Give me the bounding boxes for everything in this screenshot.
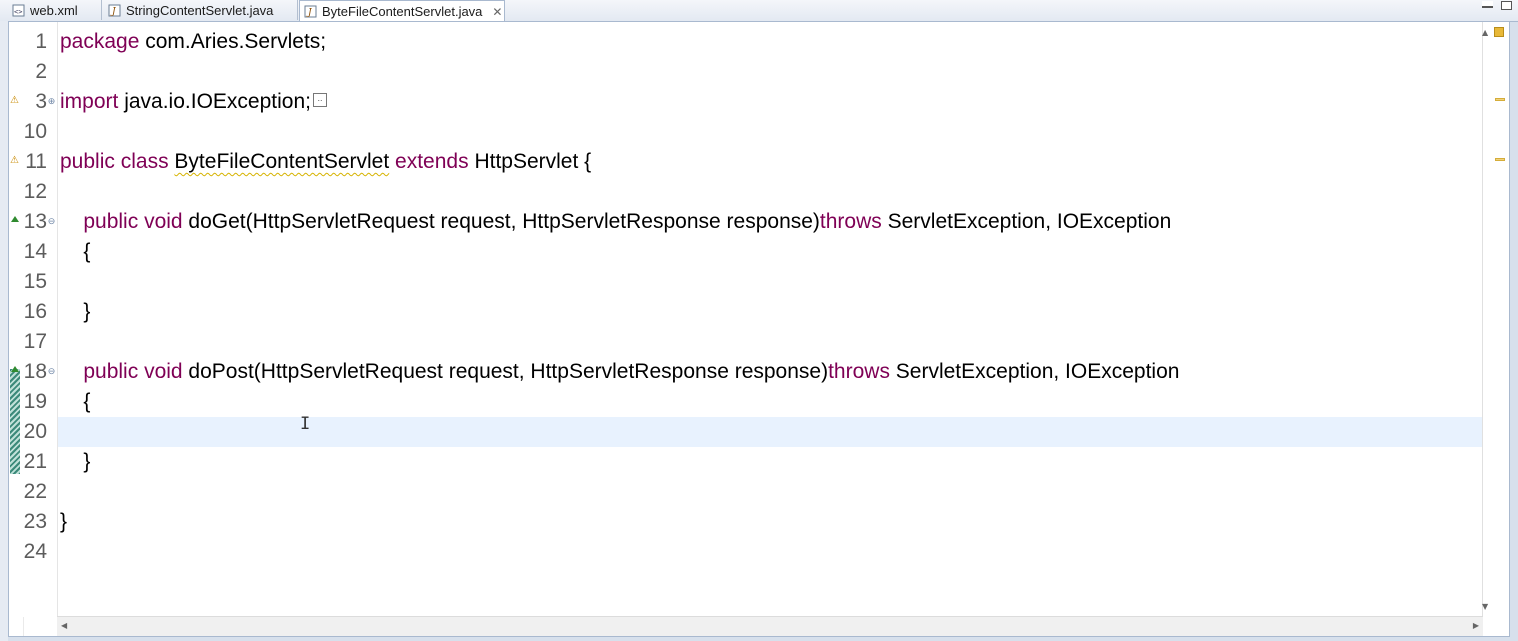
java-file-icon: J: [108, 4, 122, 17]
line-number: 12: [23, 180, 47, 203]
warning-icon[interactable]: ⚠: [10, 155, 21, 166]
text-cursor-icon: I: [300, 414, 311, 434]
code-line[interactable]: 13 ⊖ public void doGet(HttpServletRequest…: [9, 207, 1483, 237]
vertical-scrollbar[interactable]: ▲ ▼: [1482, 22, 1492, 617]
code-text: }: [60, 300, 91, 323]
fold-collapse-icon[interactable]: ⊖: [47, 367, 56, 376]
tab-label: web.xml: [30, 2, 78, 18]
code-line[interactable]: 2: [9, 57, 1483, 87]
code-text: }: [60, 510, 68, 533]
line-number: 3: [35, 90, 47, 113]
xml-file-icon: <>: [12, 4, 26, 17]
code-text: public void doGet(HttpServletRequest req…: [83, 210, 1172, 233]
line-number: 10: [23, 120, 47, 143]
code-text: package com.Aries.Servlets;: [60, 30, 327, 53]
fold-expand-icon[interactable]: ⊕: [47, 97, 56, 106]
code-text: public class ByteFileContentServlet exte…: [60, 150, 592, 173]
window-controls: [1482, 1, 1512, 10]
code-line[interactable]: 24: [9, 537, 1483, 567]
code-text: {: [60, 240, 91, 263]
override-triangle-icon[interactable]: [11, 366, 19, 372]
line-number: 19: [23, 390, 47, 413]
line-number: 13: [23, 210, 47, 233]
line-number: 16: [23, 300, 47, 323]
line-number: 23: [23, 510, 47, 533]
code-line[interactable]: 16 }: [9, 297, 1483, 327]
fold-collapse-icon[interactable]: ⊖: [47, 217, 56, 226]
line-number: 15: [23, 270, 47, 293]
code-line[interactable]: 15: [9, 267, 1483, 297]
line-number: 14: [23, 240, 47, 263]
code-line[interactable]: 1 package com.Aries.Servlets;: [9, 27, 1483, 57]
current-line-highlight: [58, 417, 1483, 447]
code-line[interactable]: ⚠ 11 public class ByteFileContentServlet e…: [9, 147, 1483, 177]
tab-string-content-servlet[interactable]: J StringContentServlet.java: [104, 0, 298, 20]
line-number: 18: [23, 360, 47, 383]
code-line[interactable]: 23}: [9, 507, 1483, 537]
code-text: }: [60, 450, 91, 473]
code-line[interactable]: 20: [9, 417, 1483, 447]
minimize-icon[interactable]: [1482, 1, 1493, 8]
scroll-down-icon[interactable]: ▼: [1482, 602, 1488, 611]
code-line[interactable]: ⚠ 3 ⊕ import java.io.IOException;..: [9, 87, 1483, 117]
line-number: 11: [25, 150, 47, 173]
code-text: import java.io.IOException;..: [60, 87, 327, 117]
override-triangle-icon[interactable]: [11, 216, 19, 222]
scroll-right-icon[interactable]: ▶: [1473, 621, 1479, 630]
scroll-up-icon[interactable]: ▲: [1482, 28, 1488, 37]
code-line[interactable]: 21 }: [9, 447, 1483, 477]
code-line[interactable]: 12: [9, 177, 1483, 207]
line-number: 21: [23, 450, 47, 473]
warning-summary-icon[interactable]: [1494, 27, 1504, 37]
code-line[interactable]: 14 {: [9, 237, 1483, 267]
code-text-area[interactable]: 1 package com.Aries.Servlets; 2 ⚠ 3 ⊕ import j…: [9, 22, 1483, 617]
horizontal-scrollbar[interactable]: ◀ ▶: [57, 616, 1483, 636]
line-number: 17: [23, 330, 47, 353]
scroll-left-icon[interactable]: ◀: [61, 621, 67, 630]
code-text: public void doPost(HttpServletRequest re…: [83, 360, 1180, 383]
tab-web-xml[interactable]: <> web.xml: [8, 0, 102, 20]
tab-label: ByteFileContentServlet.java: [322, 4, 483, 19]
code-line[interactable]: 18 ⊖ public void doPost(HttpServletReques…: [9, 357, 1483, 387]
line-number: 1: [35, 30, 47, 53]
svg-text:<>: <>: [14, 8, 22, 16]
maximize-icon[interactable]: [1501, 1, 1512, 10]
code-line[interactable]: 22: [9, 477, 1483, 507]
warning-icon[interactable]: ⚠: [10, 95, 21, 106]
editor-tab-bar: <> web.xml J StringContentServlet.java J…: [0, 0, 1518, 22]
line-number: 2: [35, 60, 47, 83]
line-number: 22: [23, 480, 47, 503]
code-editor[interactable]: 1 package com.Aries.Servlets; 2 ⚠ 3 ⊕ import j…: [8, 21, 1510, 637]
line-number: 20: [23, 420, 47, 443]
code-line[interactable]: 10: [9, 117, 1483, 147]
tab-label: StringContentServlet.java: [126, 2, 274, 18]
line-number: 24: [23, 540, 47, 563]
code-text: {: [60, 390, 91, 413]
code-line[interactable]: 19 {: [9, 387, 1483, 417]
warning-overview-mark[interactable]: [1495, 158, 1505, 161]
code-line[interactable]: 17: [9, 327, 1483, 357]
close-icon[interactable]: ✕: [492, 5, 502, 19]
java-file-icon: J: [304, 5, 318, 18]
collapsed-region-box[interactable]: ..: [312, 93, 327, 108]
warning-overview-mark[interactable]: [1495, 98, 1505, 101]
tab-byte-file-content-servlet[interactable]: J ByteFileContentServlet.java ✕: [299, 0, 505, 22]
left-panel-edge: [0, 21, 8, 641]
